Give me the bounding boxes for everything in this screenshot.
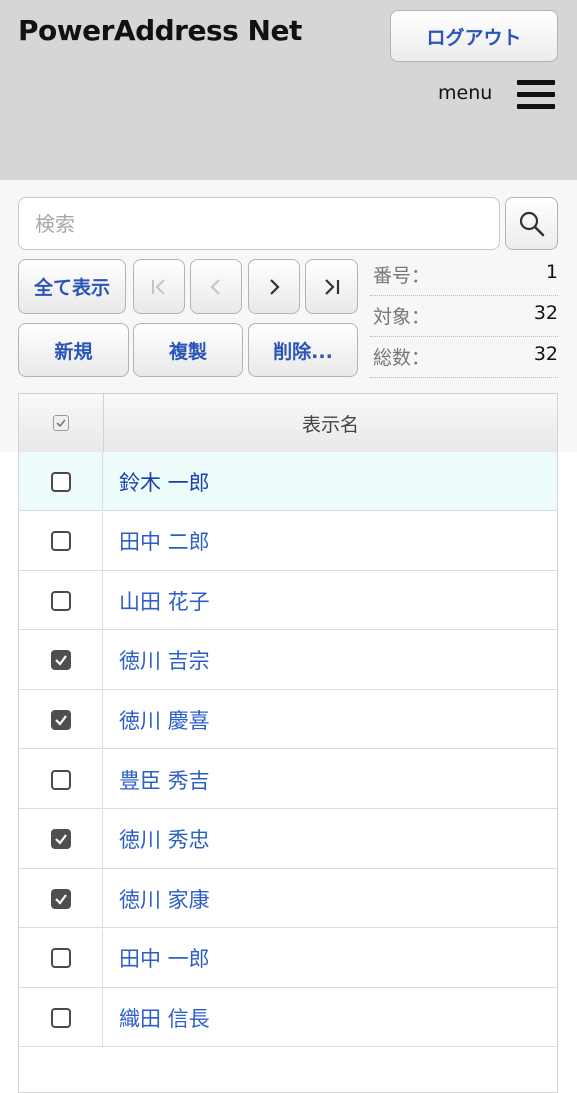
list-header: 表示名 — [19, 394, 557, 453]
contact-name-link[interactable]: 山田 花子 — [119, 571, 210, 630]
hamburger-menu-icon[interactable] — [517, 79, 555, 111]
row-checkbox-cell[interactable] — [19, 869, 103, 929]
last-page-icon — [324, 278, 339, 295]
row-checkbox-cell[interactable] — [19, 809, 103, 869]
menu-label[interactable]: menu — [438, 82, 492, 104]
total-count-label: 総数： — [373, 347, 431, 369]
list-item[interactable]: 山田 花子 — [19, 571, 557, 631]
contact-name-link[interactable]: 豊臣 秀吉 — [119, 750, 210, 809]
row-checkbox-cell[interactable] — [19, 571, 103, 631]
row-checkbox[interactable] — [50, 531, 71, 552]
target-count-row: 対象： 32 — [370, 300, 558, 337]
checkmark-icon — [54, 655, 67, 666]
contact-name-link[interactable]: 鈴木 一郎 — [119, 452, 210, 511]
row-checkbox[interactable] — [50, 590, 71, 611]
search-input[interactable] — [18, 197, 500, 250]
target-count-value: 32 — [533, 302, 558, 324]
record-number-label: 番号： — [373, 265, 431, 287]
last-page-button[interactable] — [305, 259, 358, 314]
chevron-right-icon — [270, 278, 280, 295]
row-checkbox-cell[interactable] — [19, 750, 103, 809]
chevron-left-icon — [210, 278, 220, 295]
contact-name-link[interactable]: 徳川 慶喜 — [119, 690, 210, 749]
row-checkbox[interactable] — [50, 1007, 71, 1028]
checkmark-icon — [54, 894, 67, 905]
record-number-row: 番号： 1 — [370, 259, 558, 296]
row-checkbox-cell[interactable] — [19, 630, 103, 690]
list-item[interactable]: 田中 一郎 — [19, 928, 557, 988]
first-page-icon — [152, 278, 165, 295]
total-count-row: 総数： 32 — [370, 341, 558, 378]
contact-list: 表示名 鈴木 一郎 田中 二郎 山田 花子 徳川 吉宗 徳川 慶喜 豊臣 秀吉 徳川 秀忠徳… — [18, 393, 558, 1093]
new-button[interactable]: 新規 — [18, 323, 129, 377]
list-item[interactable]: 田中 二郎 — [19, 511, 557, 571]
target-count-label: 対象： — [373, 306, 431, 328]
app-title: PowerAddress Net — [18, 14, 302, 47]
record-number-value: 1 — [545, 261, 558, 283]
contact-name-link[interactable]: 徳川 秀忠 — [119, 810, 210, 869]
checkmark-icon — [54, 834, 67, 845]
duplicate-button[interactable]: 複製 — [133, 323, 243, 377]
row-checkbox-cell[interactable] — [19, 928, 103, 988]
row-checkbox-cell[interactable] — [19, 690, 103, 750]
list-item[interactable]: 徳川 家康 — [19, 869, 557, 929]
list-item[interactable]: 織田 信長 — [19, 988, 557, 1048]
prev-page-button[interactable] — [190, 259, 242, 314]
total-count-value: 32 — [533, 343, 558, 365]
checkmark-icon — [54, 715, 67, 726]
row-checkbox[interactable] — [50, 888, 71, 909]
list-item[interactable]: 豊臣 秀吉 — [19, 750, 557, 809]
row-checkbox-cell[interactable] — [19, 452, 103, 511]
checkmark-icon — [56, 419, 66, 428]
list-item[interactable]: 徳川 吉宗 — [19, 630, 557, 690]
row-checkbox[interactable] — [50, 769, 71, 790]
show-all-button[interactable]: 全て表示 — [18, 259, 126, 314]
row-checkbox[interactable] — [50, 471, 71, 492]
contact-name-link[interactable]: 織田 信長 — [119, 988, 210, 1047]
row-checkbox[interactable] — [50, 650, 71, 671]
contact-name-link[interactable]: 田中 一郎 — [119, 929, 210, 988]
contact-name-link[interactable]: 徳川 家康 — [119, 869, 210, 928]
contact-name-link[interactable]: 田中 二郎 — [119, 512, 210, 571]
list-item[interactable]: 徳川 秀忠 — [19, 809, 557, 869]
contact-name-link[interactable]: 徳川 吉宗 — [119, 631, 210, 690]
select-all-cell[interactable] — [19, 394, 104, 452]
first-page-button[interactable] — [133, 259, 185, 314]
column-header-display-name[interactable]: 表示名 — [104, 394, 557, 452]
list-item[interactable]: 徳川 慶喜 — [19, 690, 557, 750]
row-checkbox-cell[interactable] — [19, 511, 103, 571]
delete-button[interactable]: 削除... — [248, 323, 358, 377]
row-checkbox-cell[interactable] — [19, 988, 103, 1048]
list-item[interactable]: 鈴木 一郎 — [19, 452, 557, 511]
row-checkbox[interactable] — [50, 948, 71, 969]
row-checkbox[interactable] — [50, 709, 71, 730]
search-icon — [519, 211, 544, 236]
logout-button[interactable]: ログアウト — [390, 10, 558, 62]
next-page-button[interactable] — [248, 259, 300, 314]
select-all-checkbox[interactable] — [53, 415, 69, 431]
search-button[interactable] — [505, 197, 558, 250]
row-checkbox[interactable] — [50, 829, 71, 850]
